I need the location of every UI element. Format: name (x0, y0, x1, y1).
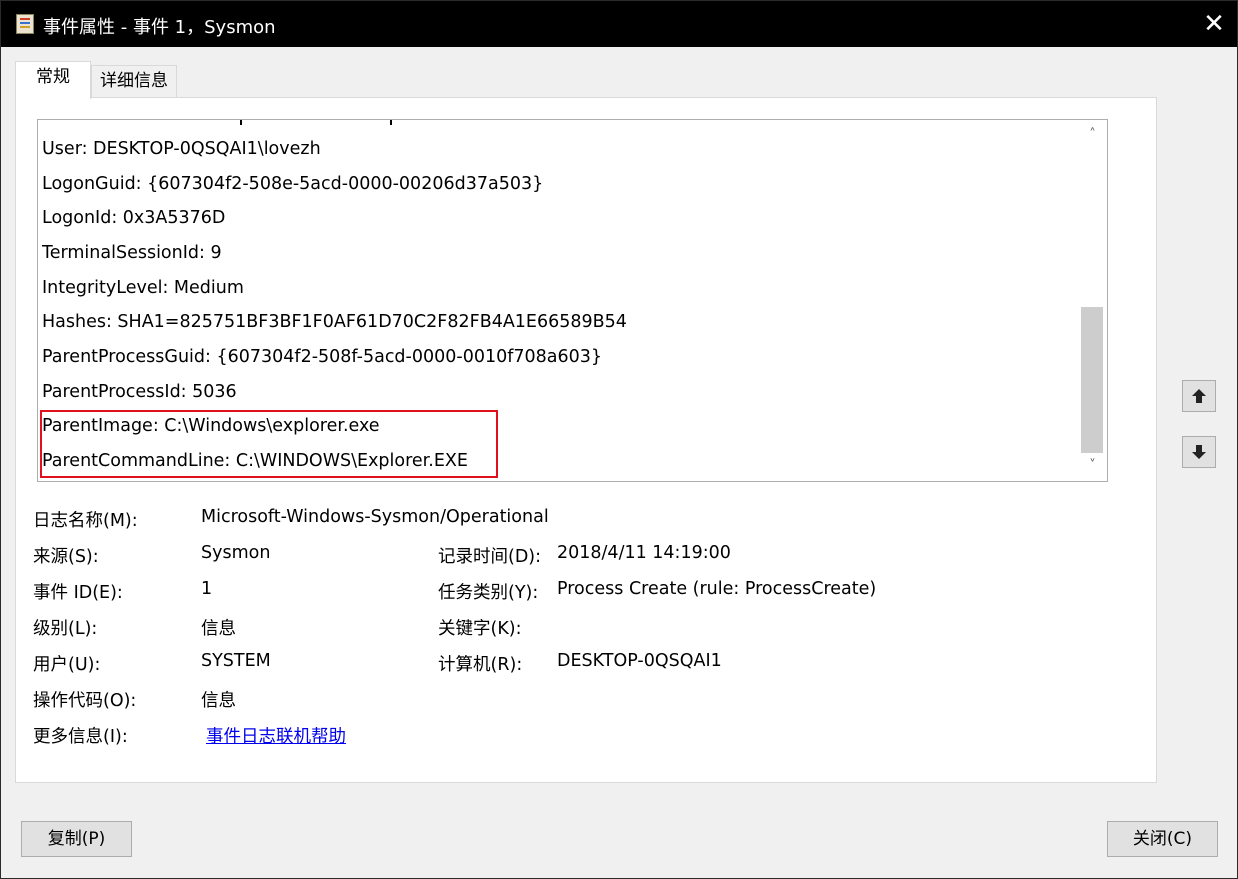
close-window-button[interactable]: ✕ (1191, 1, 1237, 47)
scroll-up-arrow-icon[interactable]: ˄ (1079, 125, 1106, 145)
description-scrollbar[interactable]: ˄ ˅ (1079, 121, 1106, 480)
level-value: 信息 (201, 619, 236, 639)
xml-line-hashes: Hashes: SHA1=825751BF3BF1F0AF61D70C2F82F… (42, 312, 627, 332)
more-info-label: 更多信息(I): (33, 727, 128, 747)
log-name-value: Microsoft-Windows-Sysmon/Operational (201, 507, 549, 527)
event-properties-window: 事件属性 - 事件 1，Sysmon ✕ 常规 详细信息 User: DESKT… (0, 0, 1238, 879)
xml-line-logon-id: LogonId: 0x3A5376D (42, 208, 226, 228)
task-category-label: 任务类别(Y): (438, 583, 539, 603)
clipped-previous-line (38, 120, 1078, 126)
window-title: 事件属性 - 事件 1，Sysmon (43, 17, 276, 38)
keywords-label: 关键字(K): (438, 619, 522, 639)
previous-event-button[interactable] (1182, 380, 1216, 412)
scroll-thumb[interactable] (1081, 307, 1103, 453)
tab-details[interactable]: 详细信息 (91, 65, 177, 97)
opcode-value: 信息 (201, 691, 236, 711)
event-id-label: 事件 ID(E): (33, 583, 123, 603)
arrow-up-icon (1192, 389, 1206, 403)
xml-line-parent-process-guid: ParentProcessGuid: {607304f2-508f-5acd-0… (42, 347, 603, 367)
user-label: 用户(U): (33, 655, 101, 675)
source-value: Sysmon (201, 543, 271, 563)
event-viewer-app-icon (16, 14, 34, 34)
copy-button[interactable]: 复制(P) (21, 821, 132, 857)
arrow-down-icon (1192, 445, 1206, 459)
source-label: 来源(S): (33, 547, 99, 567)
next-event-button[interactable] (1182, 436, 1216, 468)
logged-label: 记录时间(D): (438, 547, 542, 567)
xml-line-parent-command-line: ParentCommandLine: C:\WINDOWS\Explorer.E… (42, 451, 468, 471)
log-name-label: 日志名称(M): (33, 511, 138, 531)
event-description-textbox[interactable]: User: DESKTOP-0QSQAI1\lovezh LogonGuid: … (37, 119, 1108, 482)
xml-line-integrity-level: IntegrityLevel: Medium (42, 278, 244, 298)
xml-line-logon-guid: LogonGuid: {607304f2-508e-5acd-0000-0020… (42, 174, 544, 194)
task-category-value: Process Create (rule: ProcessCreate) (557, 579, 877, 599)
opcode-label: 操作代码(O): (33, 691, 137, 711)
computer-label: 计算机(R): (438, 655, 523, 675)
xml-line-parent-process-id: ParentProcessId: 5036 (42, 382, 237, 402)
title-bar[interactable]: 事件属性 - 事件 1，Sysmon ✕ (1, 1, 1237, 47)
xml-line-parent-image: ParentImage: C:\Windows\explorer.exe (42, 416, 380, 436)
scroll-down-arrow-icon[interactable]: ˅ (1079, 456, 1106, 476)
close-button[interactable]: 关闭(C) (1107, 821, 1218, 857)
computer-value: DESKTOP-0QSQAI1 (557, 651, 722, 671)
logged-value: 2018/4/11 14:19:00 (557, 543, 731, 563)
user-value: SYSTEM (201, 651, 271, 671)
event-id-value: 1 (201, 579, 213, 599)
event-log-online-help-link[interactable]: 事件日志联机帮助 (206, 723, 346, 748)
tab-general[interactable]: 常规 (15, 61, 91, 99)
level-label: 级别(L): (33, 619, 98, 639)
xml-line-user: User: DESKTOP-0QSQAI1\lovezh (42, 139, 321, 159)
xml-line-terminal-session-id: TerminalSessionId: 9 (42, 243, 222, 263)
